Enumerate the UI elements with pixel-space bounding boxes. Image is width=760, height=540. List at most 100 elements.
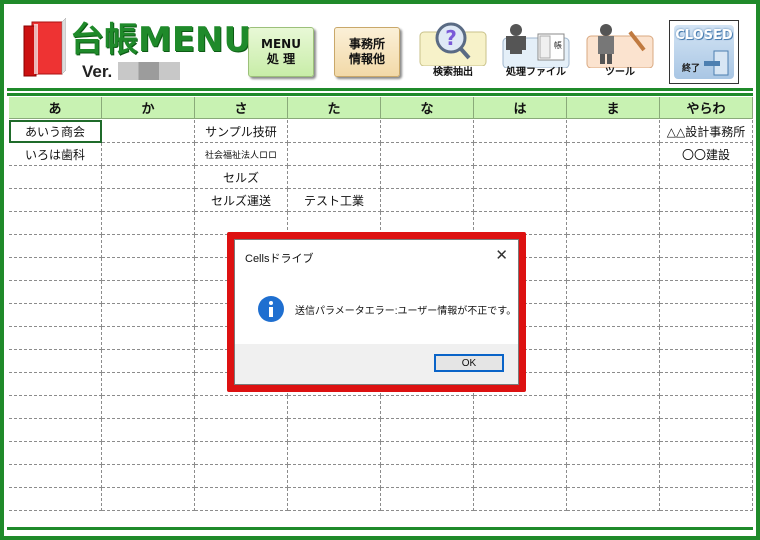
table-cell[interactable] [474, 442, 567, 465]
table-cell[interactable] [474, 465, 567, 488]
table-cell[interactable] [102, 373, 195, 396]
table-cell[interactable] [288, 488, 381, 511]
table-cell[interactable] [660, 442, 753, 465]
table-cell[interactable] [102, 327, 195, 350]
process-files-button[interactable]: 帳 処理ファイル [502, 22, 570, 80]
table-cell[interactable] [9, 488, 102, 511]
table-cell[interactable] [9, 327, 102, 350]
table-cell[interactable] [567, 235, 660, 258]
table-cell[interactable] [9, 419, 102, 442]
table-cell[interactable] [474, 419, 567, 442]
table-cell[interactable] [381, 465, 474, 488]
table-cell[interactable] [381, 442, 474, 465]
table-cell[interactable] [102, 258, 195, 281]
table-cell[interactable] [660, 465, 753, 488]
table-cell[interactable] [102, 143, 195, 166]
table-cell[interactable] [381, 166, 474, 189]
table-cell[interactable] [9, 373, 102, 396]
table-cell[interactable] [567, 304, 660, 327]
table-cell[interactable] [102, 235, 195, 258]
dialog-close-button[interactable]: ✕ [495, 246, 508, 264]
ok-button[interactable]: OK [434, 354, 504, 372]
table-cell[interactable]: セルズ運送 [195, 189, 288, 212]
table-cell[interactable] [567, 281, 660, 304]
table-cell[interactable] [102, 350, 195, 373]
table-cell[interactable] [195, 442, 288, 465]
table-cell[interactable] [567, 327, 660, 350]
table-cell[interactable] [474, 120, 567, 143]
table-cell[interactable] [288, 120, 381, 143]
table-cell[interactable] [381, 488, 474, 511]
table-cell[interactable] [102, 396, 195, 419]
table-cell[interactable] [660, 327, 753, 350]
table-cell[interactable] [102, 465, 195, 488]
table-cell[interactable] [9, 281, 102, 304]
table-cell[interactable] [381, 396, 474, 419]
table-cell[interactable] [474, 488, 567, 511]
table-cell[interactable] [288, 419, 381, 442]
tools-button[interactable]: ツール [586, 22, 654, 80]
table-cell[interactable] [288, 442, 381, 465]
table-cell[interactable] [288, 396, 381, 419]
table-cell[interactable] [9, 235, 102, 258]
table-cell[interactable]: あいう商会 [9, 120, 102, 143]
close-app-button[interactable]: CLOSED 終了 [669, 20, 739, 84]
table-cell[interactable] [567, 442, 660, 465]
table-cell[interactable] [381, 143, 474, 166]
table-cell[interactable] [567, 396, 660, 419]
table-cell[interactable] [567, 373, 660, 396]
table-cell[interactable] [660, 258, 753, 281]
table-cell[interactable] [474, 166, 567, 189]
table-cell[interactable]: 〇〇建設 [660, 143, 753, 166]
table-cell[interactable] [567, 166, 660, 189]
table-cell[interactable] [9, 442, 102, 465]
table-cell[interactable] [288, 166, 381, 189]
table-cell[interactable] [102, 442, 195, 465]
table-cell[interactable] [660, 212, 753, 235]
table-cell[interactable] [195, 419, 288, 442]
table-cell[interactable] [9, 258, 102, 281]
table-cell[interactable] [474, 189, 567, 212]
menu-process-button[interactable]: MENU 処 理 [248, 27, 314, 77]
table-cell[interactable] [102, 189, 195, 212]
table-cell[interactable] [195, 488, 288, 511]
table-cell[interactable] [660, 396, 753, 419]
table-cell[interactable]: テスト工業 [288, 189, 381, 212]
table-cell[interactable] [567, 212, 660, 235]
table-cell[interactable]: △△設計事務所 [660, 120, 753, 143]
table-cell[interactable] [567, 350, 660, 373]
table-cell[interactable] [102, 120, 195, 143]
table-cell[interactable] [9, 189, 102, 212]
table-cell[interactable] [102, 488, 195, 511]
table-cell[interactable] [102, 166, 195, 189]
table-cell[interactable] [660, 166, 753, 189]
table-cell[interactable] [195, 396, 288, 419]
table-cell[interactable] [660, 488, 753, 511]
table-cell[interactable] [660, 189, 753, 212]
table-cell[interactable] [9, 212, 102, 235]
table-cell[interactable] [9, 166, 102, 189]
table-cell[interactable] [567, 120, 660, 143]
table-cell[interactable] [288, 143, 381, 166]
table-cell[interactable]: セルズ [195, 166, 288, 189]
table-cell[interactable] [102, 304, 195, 327]
table-cell[interactable] [660, 304, 753, 327]
table-cell[interactable] [381, 120, 474, 143]
table-cell[interactable] [567, 143, 660, 166]
table-cell[interactable] [102, 281, 195, 304]
table-cell[interactable] [102, 212, 195, 235]
table-cell[interactable] [474, 143, 567, 166]
table-cell[interactable] [660, 350, 753, 373]
table-cell[interactable] [567, 258, 660, 281]
table-cell[interactable] [9, 465, 102, 488]
table-cell[interactable] [567, 488, 660, 511]
table-cell[interactable] [102, 419, 195, 442]
table-cell[interactable] [381, 189, 474, 212]
table-cell[interactable] [660, 235, 753, 258]
table-cell[interactable]: サンプル技研 [195, 120, 288, 143]
table-cell[interactable] [288, 465, 381, 488]
table-cell[interactable] [381, 419, 474, 442]
table-cell[interactable] [9, 304, 102, 327]
table-cell[interactable] [195, 465, 288, 488]
table-cell[interactable] [9, 350, 102, 373]
